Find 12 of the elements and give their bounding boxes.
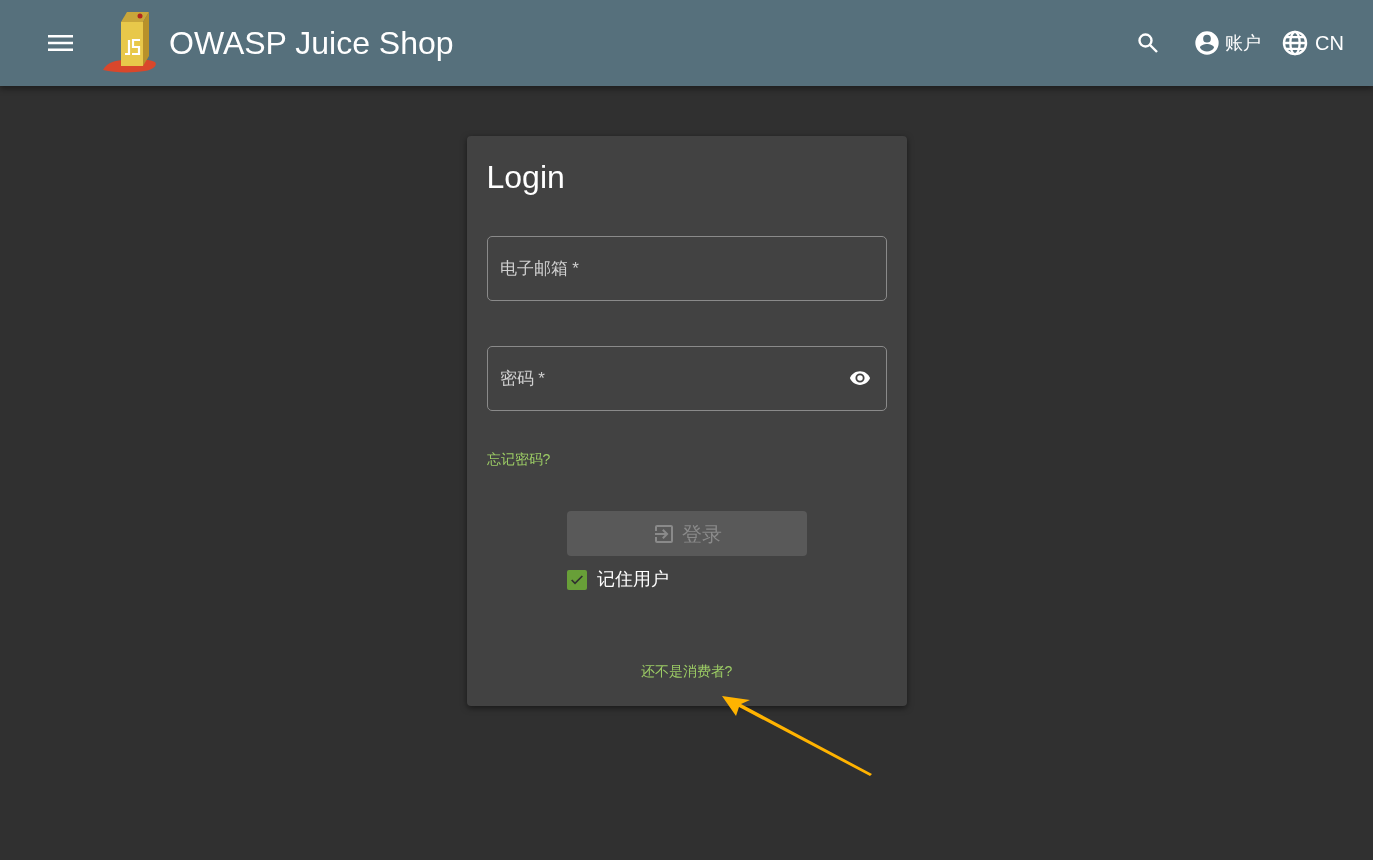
account-button[interactable]: 账户 (1193, 29, 1262, 57)
password-field[interactable]: 密码 * (486, 346, 887, 411)
remember-label: 记住用户 (596, 568, 669, 591)
menu-icon[interactable] (48, 34, 73, 52)
forgot-password-link[interactable]: 忘记密码? (486, 449, 551, 470)
app-title[interactable]: OWASP Juice Shop (169, 19, 454, 67)
login-title: Login (486, 158, 566, 196)
register-link[interactable]: 还不是消费者? (640, 661, 733, 682)
remember-checkbox[interactable] (566, 569, 587, 590)
email-field[interactable]: 电子邮箱 * (486, 236, 887, 301)
globe-icon (1281, 29, 1310, 57)
language-button[interactable]: CN (1281, 28, 1344, 58)
